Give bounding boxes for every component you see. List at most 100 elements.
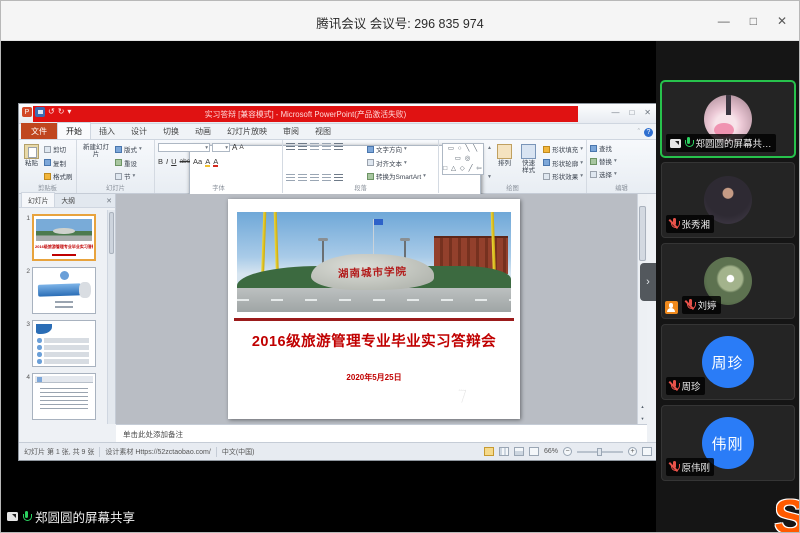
change-case-button[interactable]: Aa [193,157,202,166]
ppt-maximize-button[interactable]: □ [629,108,634,117]
slide-date[interactable]: 2020年5月25日 [228,372,520,383]
copy-button[interactable]: 复制 [44,158,73,168]
slide-thumbnail-1[interactable]: 1 2016级旅游管理专业毕业实习答辩会 [23,214,107,261]
thumbnail-2-preview[interactable] [32,267,96,314]
canvas-scrollbar[interactable]: ▲ ▼ [637,194,647,424]
tab-slideshow[interactable]: 幻灯片放映 [219,123,275,139]
participant-tile[interactable]: 张秀湘 [661,162,795,238]
convert-smartart-button[interactable]: 转换为SmartArt▾ [367,171,426,181]
zoom-slider[interactable] [577,451,623,453]
next-slide-button[interactable]: ▼ [639,416,646,422]
format-painter-button[interactable]: 格式刷 [44,171,73,181]
participant-tile[interactable]: 刘婷 [661,243,795,319]
text-direction-button[interactable]: 文字方向▾ [367,144,426,154]
arrange-button[interactable]: 排列 [495,143,514,182]
select-button[interactable]: 选择▾ [590,169,653,179]
tab-transitions[interactable]: 切换 [155,123,187,139]
zoom-out-button[interactable]: − [563,447,572,456]
previous-slide-button[interactable]: ▲ [639,404,646,410]
tab-file[interactable]: 文件 [21,123,57,139]
zoom-in-button[interactable]: + [628,447,637,456]
justify-icon[interactable] [322,174,331,182]
redo-icon[interactable]: ↻ [58,107,65,117]
shape-outline-button[interactable]: 形状轮廓▾ [543,158,583,168]
increase-indent-icon[interactable] [322,143,331,151]
undo-icon[interactable]: ↺ [48,107,55,117]
pane-close-icon[interactable]: ✕ [106,197,112,205]
reading-view-button[interactable] [514,447,524,456]
thumbnail-4-preview[interactable] [32,373,96,420]
thumbnail-3-preview[interactable] [32,320,96,367]
normal-view-button[interactable] [484,447,494,456]
pane-tab-slides[interactable]: 幻灯片 [21,192,55,207]
save-icon[interactable] [35,107,45,117]
numbering-icon[interactable] [298,143,307,151]
layout-button[interactable]: 版式▾ [115,144,142,154]
paste-button[interactable]: 粘贴 [22,143,41,182]
slide-thumbnail-4[interactable]: 4 [23,373,107,420]
tab-home[interactable]: 开始 [57,122,91,139]
pane-scrollbar[interactable] [107,210,115,424]
tab-design[interactable]: 设计 [123,123,155,139]
highlight-color-button[interactable]: A [205,157,210,166]
gallery-up-icon[interactable]: ▲ [487,145,492,151]
align-left-icon[interactable] [286,174,295,182]
shrink-font-button[interactable]: A [239,144,243,151]
font-size-select[interactable]: ▾ [212,143,230,152]
align-center-icon[interactable] [298,174,307,182]
help-icon[interactable]: ? [644,128,653,137]
section-button[interactable]: 节▾ [115,171,142,181]
shapes-gallery[interactable]: ▭ ○ ╲ ╲ ▭ ◎ □ △ ◇ ╱ ⇦ ⇨ [442,143,484,175]
italic-button[interactable]: I [166,157,168,166]
shape-fill-button[interactable]: 形状填充▾ [543,144,583,154]
ribbon-collapse-icon[interactable]: ˆ [638,129,640,136]
qat-dropdown-icon[interactable]: ▾ [67,107,71,117]
slide-title[interactable]: 2016级旅游管理专业毕业实习答辩会 [228,330,520,351]
decrease-indent-icon[interactable] [310,143,319,151]
cut-button[interactable]: 剪切 [44,144,73,154]
ppt-minimize-button[interactable]: — [611,108,619,117]
font-color-button[interactable]: A [213,157,218,166]
shape-effects-button[interactable]: 形状效果▾ [543,171,583,181]
quick-styles-button[interactable]: 快速样式 [517,143,540,182]
fit-to-window-button[interactable] [642,447,652,456]
slide-1[interactable]: 湖南城市学院 2016级旅游管理专业毕业实习答辩会 2020年5月25日 [228,199,520,419]
bullets-icon[interactable] [286,143,295,151]
pane-tab-outline[interactable]: 大纲 [55,193,81,207]
underline-button[interactable]: U [171,157,176,166]
share-indicator-label: 郑圆圆的屏幕共享 [35,507,135,526]
notes-pane[interactable]: 单击此处添加备注 [116,424,647,442]
strikethrough-button[interactable]: abc [180,158,190,165]
close-button[interactable]: ✕ [777,14,787,28]
align-right-icon[interactable] [310,174,319,182]
sidebar-collapse-handle[interactable]: › [640,263,656,301]
slide-thumbnail-3[interactable]: 3 [23,320,107,367]
participant-tile[interactable]: 伟刚 原伟刚 [661,405,795,481]
participant-tile[interactable]: 周珍 周珍 [661,324,795,400]
gallery-down-icon[interactable]: ▼ [487,174,492,180]
bold-button[interactable]: B [158,157,163,166]
slide-thumbnail-2[interactable]: 2 [23,267,107,314]
replace-button[interactable]: 替换▾ [590,156,653,166]
tab-review[interactable]: 审阅 [275,123,307,139]
grow-font-button[interactable]: A [232,143,237,152]
thumbnail-1-preview[interactable]: 2016级旅游管理专业毕业实习答辩会 [32,214,96,261]
find-button[interactable]: 查找 [590,143,653,153]
ppt-close-button[interactable]: ✕ [644,108,651,117]
minimize-button[interactable]: — [718,14,730,28]
tab-animations[interactable]: 动画 [187,123,219,139]
align-text-button[interactable]: 对齐文本▾ [367,158,426,168]
tab-view[interactable]: 视图 [307,123,339,139]
reset-button[interactable]: 重设 [115,158,142,168]
mic-muted-icon [686,299,695,311]
participant-tile-sharing[interactable]: 郑圆圆的屏幕共… [661,81,795,157]
slideshow-view-button[interactable] [529,447,539,456]
columns-icon[interactable] [334,174,343,182]
font-name-select[interactable]: ▾ [158,143,210,152]
tab-insert[interactable]: 插入 [91,123,123,139]
campus-stone: 湖南城市学院 [311,254,434,290]
line-spacing-icon[interactable] [334,143,343,151]
slide-sorter-view-button[interactable] [499,447,509,456]
new-slide-button[interactable]: 新建幻灯片 [80,143,112,182]
maximize-button[interactable]: □ [750,14,757,28]
